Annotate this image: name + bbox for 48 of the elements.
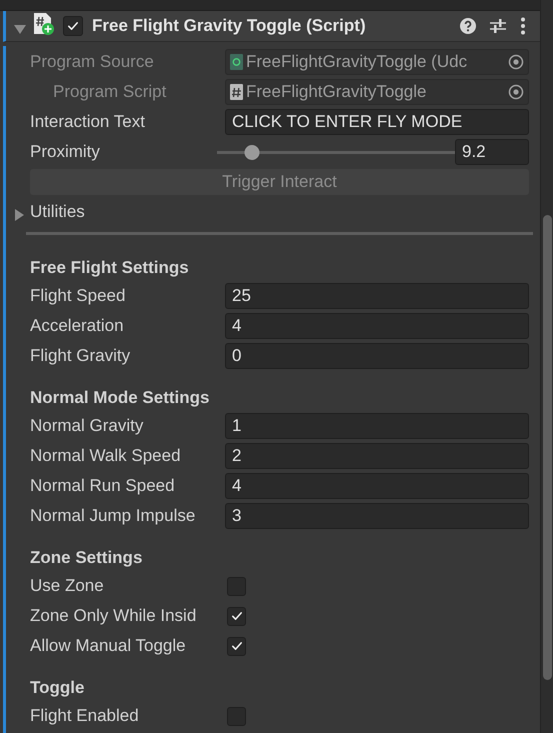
field-label: Allow Manual Toggle [30, 636, 187, 656]
field-label: Proximity [30, 142, 101, 162]
checkbox[interactable] [63, 16, 83, 36]
program-asset-icon [230, 53, 244, 71]
help-icon[interactable] [460, 18, 476, 34]
field-label: Program Script [52, 82, 168, 102]
field-label: Program Source [30, 52, 155, 72]
number-field[interactable]: 0 [225, 343, 529, 369]
number-field[interactable]: 25 [225, 283, 529, 309]
section-heading: Free Flight Settings [30, 256, 190, 279]
number-field[interactable]: 1 [225, 413, 529, 439]
number-field[interactable]: 9.2 [455, 139, 529, 165]
section-heading: Toggle [30, 676, 86, 699]
object-picker-icon[interactable] [508, 54, 524, 70]
sliders-icon[interactable] [489, 18, 507, 34]
number-field[interactable]: 2 [225, 443, 529, 469]
field-label: Flight Gravity [30, 346, 132, 366]
section-heading: Zone Settings [30, 546, 144, 569]
checkbox[interactable] [227, 576, 246, 596]
field-label: Normal Walk Speed [30, 446, 182, 466]
field-label: Normal Gravity [30, 416, 144, 436]
field-label: Interaction Text [30, 112, 146, 132]
field-label: Acceleration [30, 316, 125, 336]
field-label: Flight Enabled [30, 706, 140, 726]
text-field[interactable]: CLICK TO ENTER FLY MODE [225, 109, 529, 135]
field-label: Zone Only While Insid [30, 606, 198, 626]
component-title: Free Flight Gravity Toggle (Script) [92, 16, 366, 36]
checkbox[interactable] [227, 706, 246, 726]
more-menu-icon[interactable] [520, 17, 526, 35]
checkmark-icon [230, 639, 244, 653]
checkbox[interactable] [227, 606, 246, 626]
foldout-arrow-icon[interactable] [13, 206, 25, 218]
scrollbar-thumb[interactable] [542, 215, 552, 680]
field-label: Flight Speed [30, 286, 126, 306]
number-field[interactable]: 3 [225, 503, 529, 529]
slider-thumb[interactable] [244, 144, 260, 160]
object-picker-icon[interactable] [508, 84, 524, 100]
script-file-icon [230, 83, 244, 101]
field-label: Normal Jump Impulse [30, 506, 196, 526]
checkmark-icon [230, 609, 244, 623]
checkbox[interactable] [227, 636, 246, 656]
number-field[interactable]: 4 [225, 473, 529, 499]
section-heading: Normal Mode Settings [30, 386, 210, 409]
field-label: Use Zone [30, 576, 105, 596]
field-label: Normal Run Speed [30, 476, 176, 496]
checkmark-icon [66, 19, 80, 33]
number-field[interactable]: 4 [225, 313, 529, 339]
foldout-label[interactable]: Utilities [30, 202, 85, 222]
